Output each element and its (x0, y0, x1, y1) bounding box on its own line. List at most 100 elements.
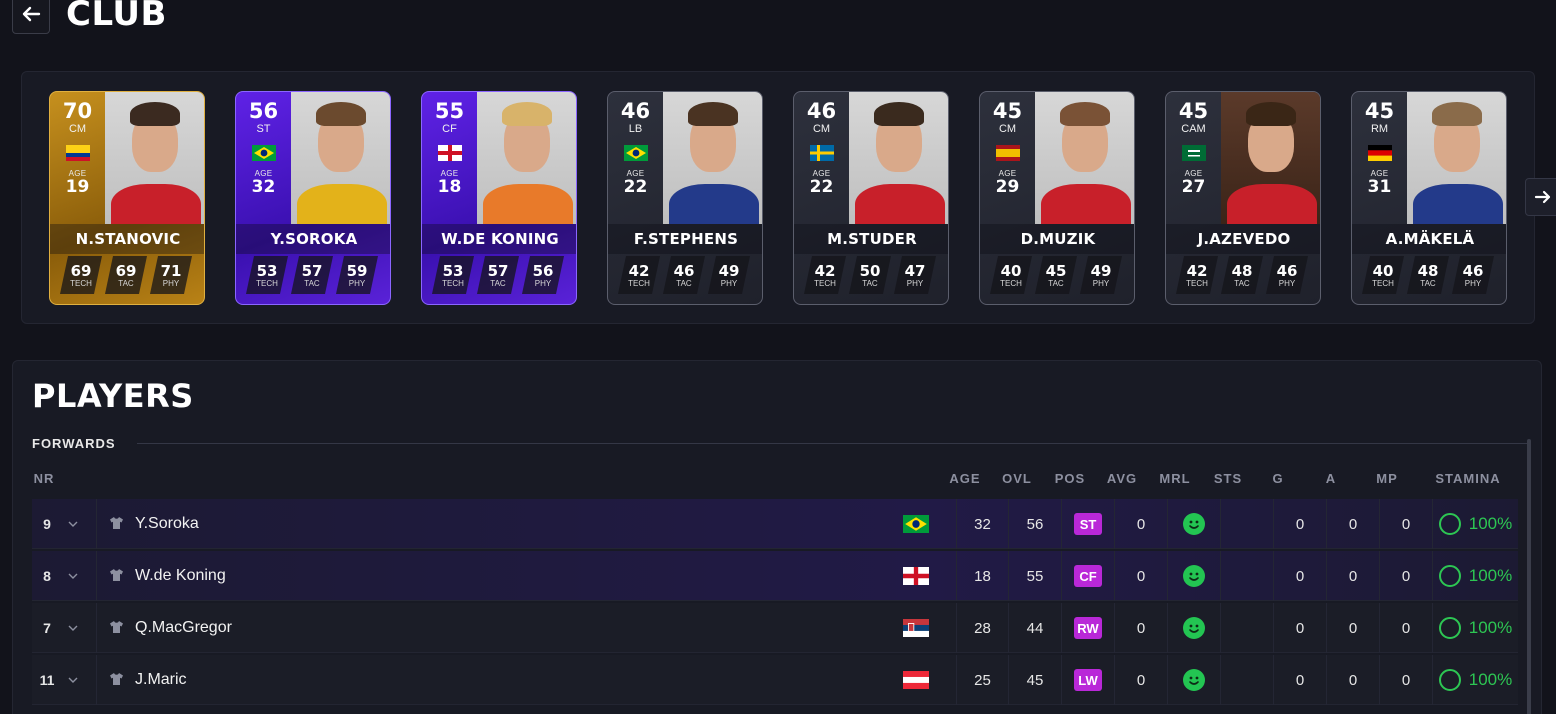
stat-label: TAC (676, 278, 692, 288)
stat-value: 42 (814, 261, 836, 280)
chevron-down-icon[interactable] (68, 655, 78, 705)
section-divider (137, 443, 1531, 444)
column-header-pos[interactable]: POS (1050, 471, 1090, 486)
column-header-avg[interactable]: AVG (1102, 471, 1142, 486)
player-card[interactable]: 46 LB AGE 22 F.STEPHENS 42 TECH 46 TAC 49 PHY (607, 91, 763, 305)
players-panel: PLAYERS FORWARDS NR AGE OVL POS AVG MRL STS G A M… (12, 360, 1542, 714)
position-badge: ST (1074, 513, 1102, 535)
shirt-icon (110, 673, 123, 685)
card-position: CM (812, 123, 831, 135)
card-player-name: J.AZEVEDO (1166, 224, 1320, 254)
card-stats: 42 TECH 50 TAC 47 PHY (804, 256, 936, 294)
stat-label: PHY (534, 278, 552, 288)
card-age: 27 (1181, 177, 1206, 197)
cell-mp: 0 (1379, 551, 1432, 601)
player-name[interactable]: Q.MacGregor (135, 603, 232, 653)
cell-g: 0 (1273, 603, 1326, 653)
player-photo (1035, 92, 1134, 224)
column-header-ovl[interactable]: OVL (997, 471, 1037, 486)
player-card[interactable]: 45 RM AGE 31 A.MÄKELÄ 40 TECH 48 TAC 46 PHY (1351, 91, 1507, 305)
stamina-ring-icon (1438, 617, 1461, 639)
player-card[interactable]: 56 ST AGE 32 Y.SOROKA 53 TECH 57 TAC 59 PHY (235, 91, 391, 305)
a-value: 0 (1348, 671, 1358, 689)
serbia-flag-icon (903, 619, 929, 637)
cell-a: 0 (1326, 499, 1379, 549)
table-row[interactable]: 8 W.de Koning 18 55 CF 0 0 0 0 100% (32, 551, 1518, 601)
table-scrollbar[interactable] (1527, 439, 1531, 714)
column-header-sts[interactable]: STS (1208, 471, 1248, 486)
card-player-name: A.MÄKELÄ (1352, 224, 1506, 254)
card-player-name: N.STANOVIC (50, 224, 204, 254)
chevron-down-icon[interactable] (68, 551, 78, 601)
mp-value: 0 (1401, 567, 1411, 585)
chevron-down-icon[interactable] (68, 499, 78, 549)
cell-avg: 0 (1114, 499, 1167, 549)
position-badge: RW (1074, 617, 1102, 639)
brazil-flag-icon (623, 145, 648, 161)
next-cards-button[interactable] (1525, 178, 1556, 216)
stat-label: TECH (70, 278, 92, 288)
card-position: CM (998, 123, 1017, 135)
player-name[interactable]: W.de Koning (135, 551, 226, 601)
shirt-icon (110, 569, 123, 581)
card-stat-tech: 69 TECH (60, 256, 102, 294)
player-card[interactable]: 46 CM AGE 22 M.STUDER 42 TECH 50 TAC 47 PHY (793, 91, 949, 305)
card-player-name: M.STUDER (794, 224, 948, 254)
column-header-stamina[interactable]: STAMINA (1426, 471, 1510, 486)
card-position: ST (256, 123, 271, 135)
column-header-g[interactable]: G (1268, 471, 1288, 486)
photo-hair (130, 102, 180, 126)
player-card[interactable]: 45 CAM AGE 27 J.AZEVEDO 42 TECH 48 TAC 46 PHY (1165, 91, 1321, 305)
cell-a: 0 (1326, 655, 1379, 705)
card-info: 56 ST AGE 32 (236, 92, 291, 224)
stat-value: 42 (628, 261, 650, 280)
card-info: 70 CM AGE 19 (50, 92, 105, 224)
arrow-left-icon (22, 6, 41, 22)
stat-value: 40 (1000, 261, 1022, 280)
cell-age: 18 (956, 551, 1008, 601)
card-age: 19 (65, 177, 90, 197)
photo-hair (1246, 102, 1296, 126)
player-number: 7 (43, 620, 51, 636)
card-stat-phy: 47 PHY (894, 256, 936, 294)
column-header-nr[interactable]: NR (32, 471, 56, 486)
player-card[interactable]: 55 CF AGE 18 W.DE KONING 53 TECH 57 TAC 56 PH… (421, 91, 577, 305)
stat-value: 69 (115, 261, 137, 280)
photo-hair (1432, 102, 1482, 126)
stamina-ring-icon (1438, 513, 1461, 535)
player-card[interactable]: 45 CM AGE 29 D.MUZIK 40 TECH 45 TAC 49 PHY (979, 91, 1135, 305)
back-button[interactable] (12, 0, 50, 34)
page-title: CLUB (66, 0, 167, 34)
player-cards-panel: 70 CM AGE 19 N.STANOVIC 69 TECH 69 TAC 71 PHY… (21, 71, 1535, 324)
stat-value: 69 (70, 261, 92, 280)
saudi-flag-icon (1181, 145, 1206, 161)
avg-value: 0 (1136, 567, 1146, 585)
stat-label: TAC (304, 278, 320, 288)
chevron-down-icon[interactable] (68, 603, 78, 653)
column-header-mp[interactable]: MP (1367, 471, 1407, 486)
column-header-age[interactable]: AGE (945, 471, 985, 486)
card-overall: 70 (62, 99, 93, 123)
player-name[interactable]: J.Maric (135, 655, 187, 705)
g-value: 0 (1295, 671, 1305, 689)
shirt-icon (110, 621, 123, 633)
table-row[interactable]: 11 J.Maric 25 45 LW 0 0 0 0 100% (32, 655, 1518, 705)
table-row[interactable]: 7 Q.MacGregor 28 44 RW 0 0 0 0 100% (32, 603, 1518, 653)
column-header-mrl[interactable]: MRL (1155, 471, 1195, 486)
card-stat-phy: 46 PHY (1266, 256, 1308, 294)
stat-value: 57 (487, 261, 509, 280)
player-name[interactable]: Y.Soroka (135, 499, 199, 549)
column-header-a[interactable]: A (1321, 471, 1341, 486)
cell-pos: LW (1061, 655, 1114, 705)
player-number: 11 (39, 672, 55, 688)
cell-avg: 0 (1114, 655, 1167, 705)
cell-ovl: 44 (1008, 603, 1061, 653)
table-row[interactable]: 9 Y.Soroka 32 56 ST 0 0 0 0 100% (32, 499, 1518, 549)
club-page: CLUB 70 CM AGE 19 N.STANOVIC 69 TECH 69 TAC… (0, 0, 1556, 714)
player-card[interactable]: 70 CM AGE 19 N.STANOVIC 69 TECH 69 TAC 71 PHY (49, 91, 205, 305)
card-stats: 53 TECH 57 TAC 56 PHY (432, 256, 564, 294)
card-age: 29 (995, 177, 1020, 197)
cell-stamina: 100% (1432, 551, 1518, 601)
stamina-ring-icon (1438, 669, 1461, 691)
card-overall: 45 (1364, 99, 1395, 123)
